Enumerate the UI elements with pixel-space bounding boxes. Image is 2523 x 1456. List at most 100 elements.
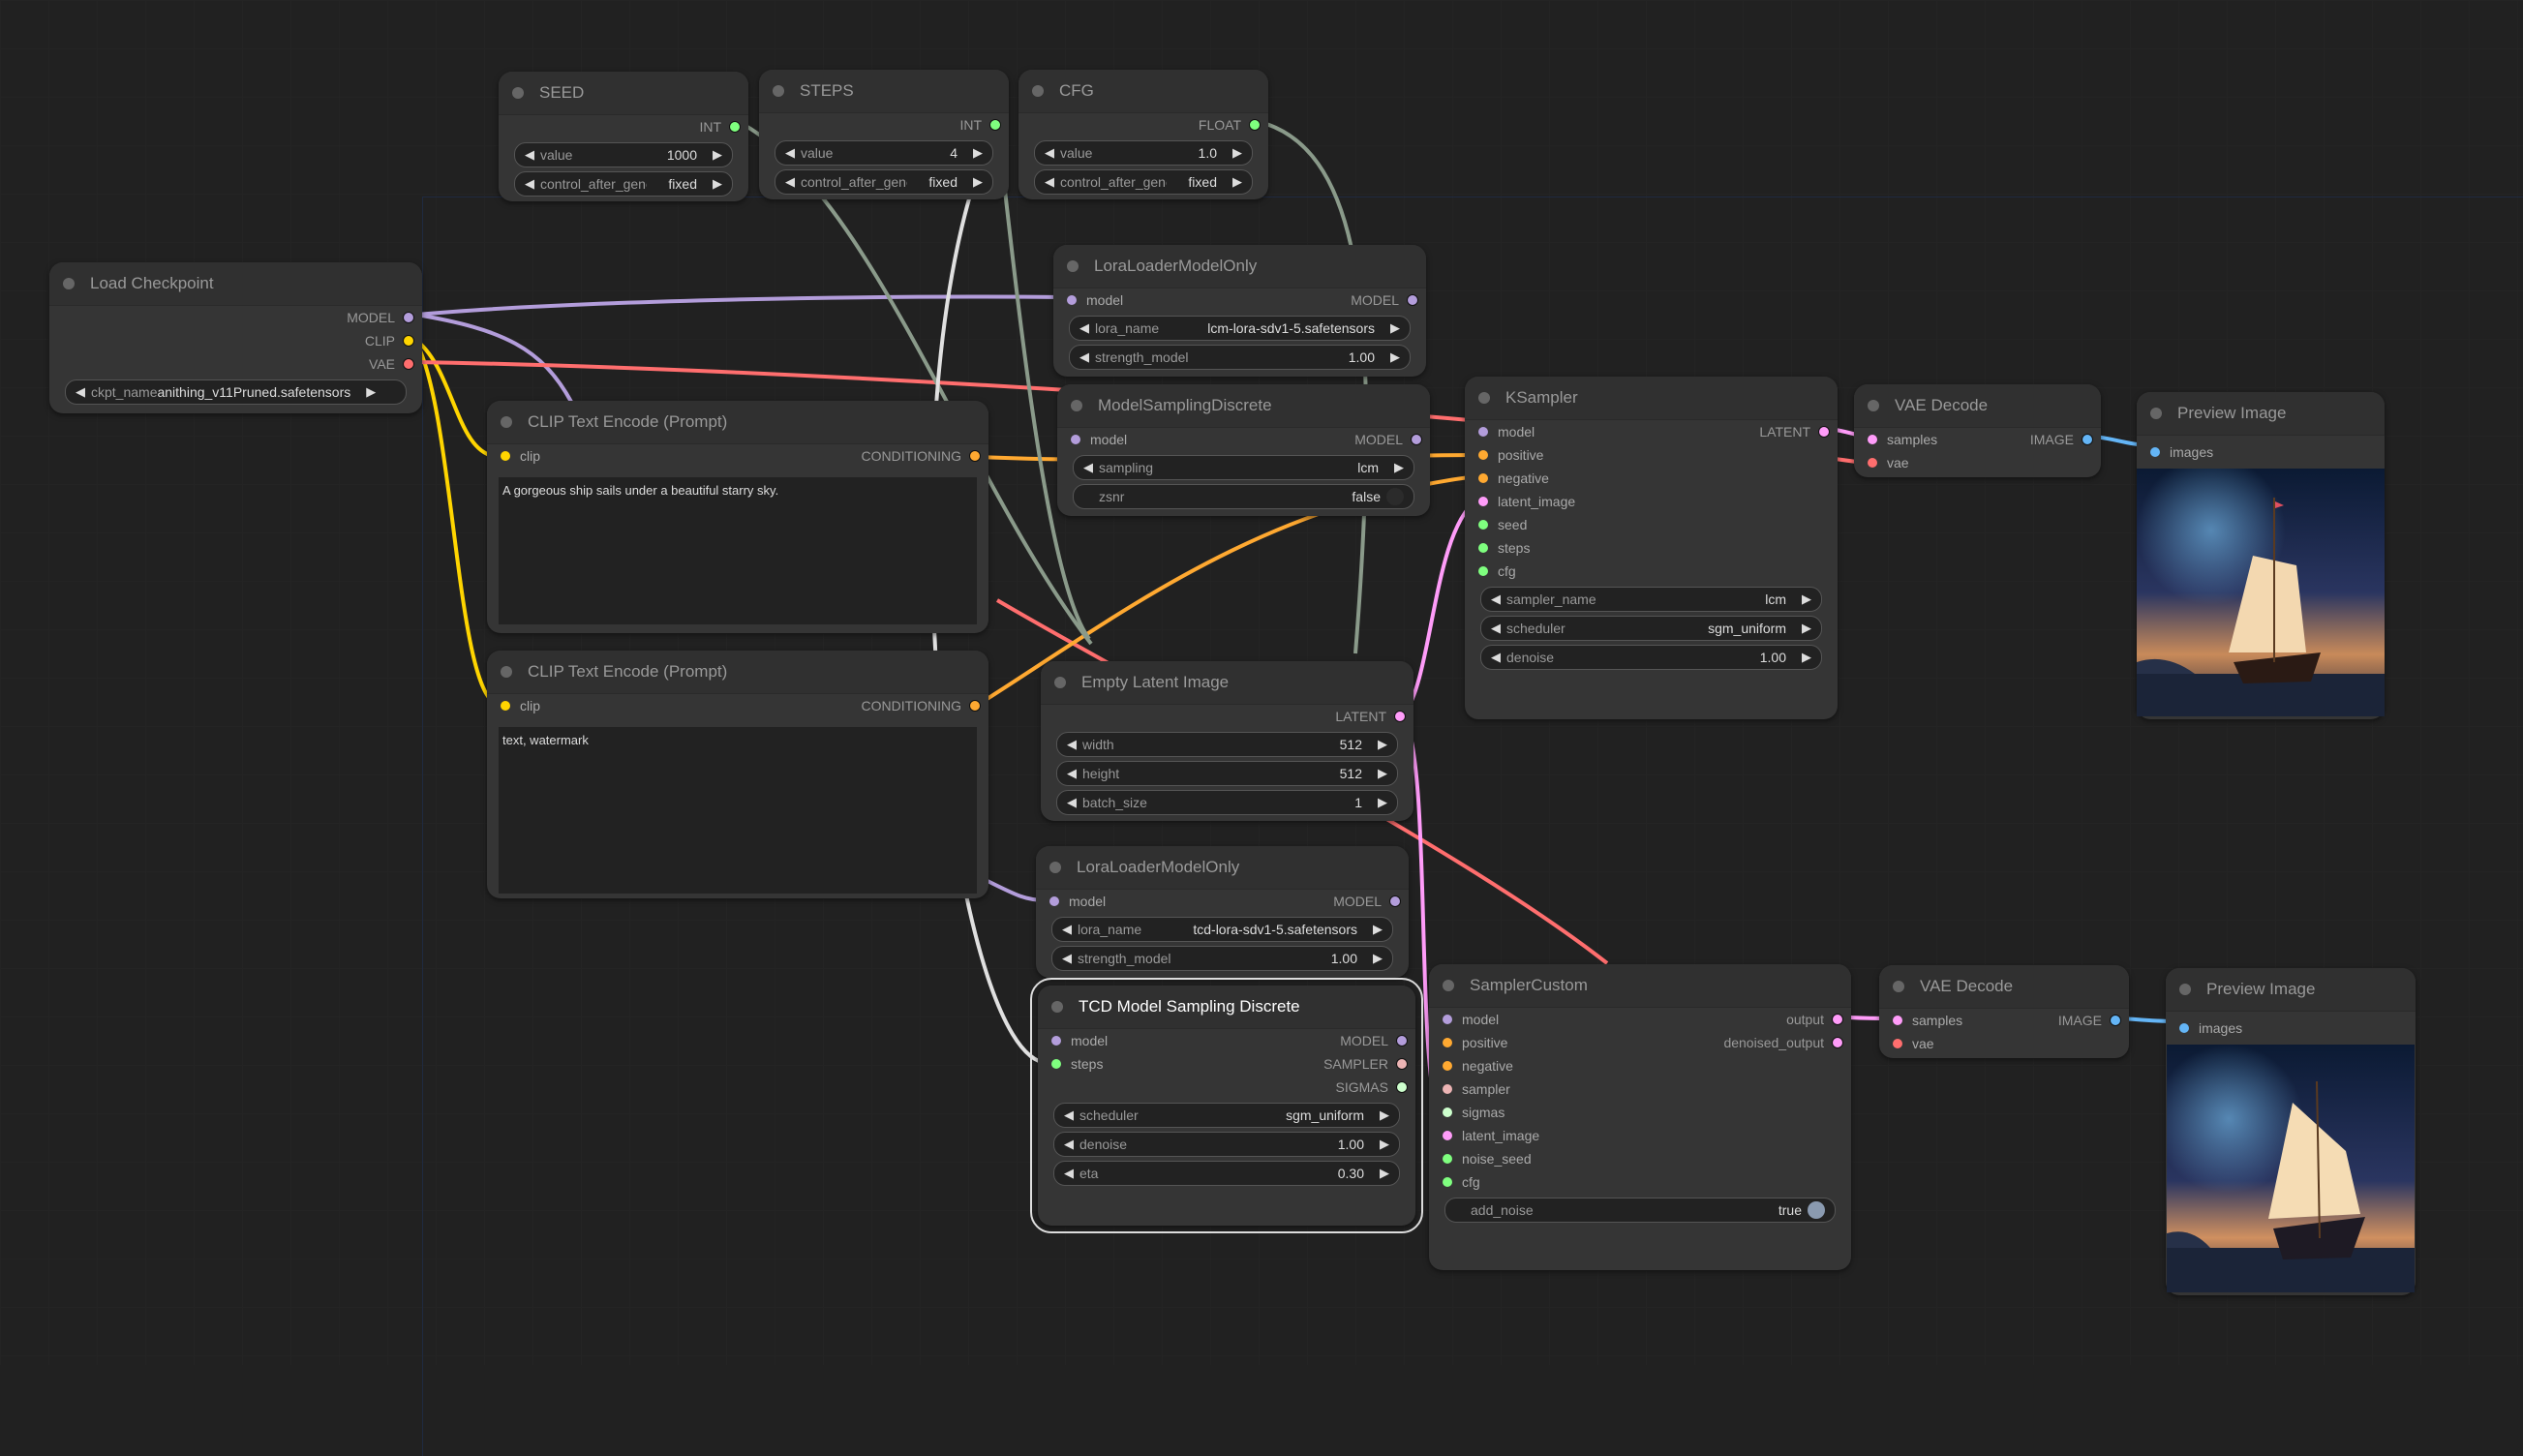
node-title[interactable]: CLIP Text Encode (Prompt) — [487, 651, 988, 694]
right-arrow-icon[interactable]: ▶ — [1380, 1137, 1389, 1152]
node-cfg[interactable]: CFG FLOAT ◀value1.0▶ ◀control_after_gene… — [1018, 70, 1268, 199]
widget-width[interactable]: ◀ width 512 ▶ — [1056, 732, 1398, 757]
input-latent-image[interactable]: latent_image — [1443, 1124, 1539, 1147]
left-arrow-icon[interactable]: ◀ — [1083, 460, 1093, 475]
output-model[interactable]: MODEL — [347, 306, 414, 329]
model-pin-icon[interactable] — [1411, 434, 1422, 445]
node-lora-loader-1[interactable]: LoraLoaderModelOnly model MODEL ◀ lora_nam… — [1053, 245, 1426, 377]
input-sampler[interactable]: sampler — [1443, 1077, 1510, 1101]
int-pin-icon[interactable] — [1443, 1154, 1452, 1164]
input-samples[interactable]: samples — [1868, 428, 1937, 451]
input-model[interactable]: model — [1051, 1029, 1108, 1052]
int-pin-icon[interactable] — [989, 119, 1001, 131]
right-arrow-icon[interactable]: ▶ — [973, 174, 983, 190]
node-title[interactable]: VAE Decode — [1854, 384, 2101, 428]
node-title[interactable]: SamplerCustom — [1429, 964, 1851, 1008]
output-clip[interactable]: CLIP — [365, 329, 414, 352]
right-arrow-icon[interactable]: ▶ — [713, 147, 722, 163]
input-cfg[interactable]: cfg — [1478, 560, 1516, 583]
collapse-dot-icon[interactable] — [1893, 981, 1904, 992]
image-pin-icon[interactable] — [2150, 447, 2160, 457]
collapse-dot-icon[interactable] — [1032, 85, 1044, 97]
collapse-dot-icon[interactable] — [63, 278, 75, 289]
right-arrow-icon[interactable]: ▶ — [1802, 650, 1811, 665]
output-float[interactable]: FLOAT — [1199, 113, 1261, 136]
node-model-sampling-discrete[interactable]: ModelSamplingDiscrete model MODEL ◀ sampli… — [1057, 384, 1430, 516]
node-clip-text-encode-positive[interactable]: CLIP Text Encode (Prompt) clip CONDITIONI… — [487, 401, 988, 633]
sigmas-pin-icon[interactable] — [1443, 1107, 1452, 1117]
input-noise-seed[interactable]: noise_seed — [1443, 1147, 1532, 1170]
input-clip[interactable]: clip — [501, 444, 540, 468]
right-arrow-icon[interactable]: ▶ — [1390, 320, 1400, 336]
model-pin-icon[interactable] — [1443, 1015, 1452, 1024]
node-title[interactable]: Preview Image — [2166, 968, 2416, 1012]
conditioning-pin-icon[interactable] — [969, 700, 981, 712]
vae-pin-icon[interactable] — [403, 358, 414, 370]
prompt-textarea[interactable]: text, watermark — [499, 727, 977, 894]
node-title[interactable]: TCD Model Sampling Discrete — [1038, 986, 1415, 1029]
widget-strength-model[interactable]: ◀ strength_model 1.00 ▶ — [1069, 345, 1411, 370]
node-lora-loader-2[interactable]: LoraLoaderModelOnly model MODEL ◀ lora_nam… — [1036, 846, 1409, 978]
model-pin-icon[interactable] — [403, 312, 414, 323]
int-pin-icon[interactable] — [729, 121, 741, 133]
left-arrow-icon[interactable]: ◀ — [525, 176, 534, 192]
output-sigmas[interactable]: SIGMAS — [1336, 1076, 1408, 1099]
clip-pin-icon[interactable] — [501, 451, 510, 461]
left-arrow-icon[interactable]: ◀ — [1045, 145, 1054, 161]
right-arrow-icon[interactable]: ▶ — [366, 384, 376, 400]
collapse-dot-icon[interactable] — [1071, 400, 1082, 411]
int-pin-icon[interactable] — [1478, 543, 1488, 553]
right-arrow-icon[interactable]: ▶ — [1380, 1166, 1389, 1181]
widget-control[interactable]: ◀control_after_generatefixed▶ — [775, 169, 993, 195]
latent-pin-icon[interactable] — [1868, 435, 1877, 444]
node-title[interactable]: Empty Latent Image — [1041, 661, 1413, 705]
node-title[interactable]: LoraLoaderModelOnly — [1053, 245, 1426, 288]
widget-sampling[interactable]: ◀ sampling lcm ▶ — [1073, 455, 1414, 480]
output-model[interactable]: MODEL — [1340, 1029, 1408, 1052]
node-title[interactable]: Load Checkpoint — [49, 262, 422, 306]
sigmas-pin-icon[interactable] — [1396, 1081, 1408, 1093]
input-model[interactable]: model — [1067, 288, 1123, 312]
input-sigmas[interactable]: sigmas — [1443, 1101, 1505, 1124]
conditioning-pin-icon[interactable] — [1443, 1061, 1452, 1071]
node-title[interactable]: SEED — [499, 72, 748, 115]
collapse-dot-icon[interactable] — [773, 85, 784, 97]
image-pin-icon[interactable] — [2179, 1023, 2189, 1033]
toggle-on-icon[interactable] — [1808, 1201, 1825, 1219]
sampler-pin-icon[interactable] — [1396, 1058, 1408, 1070]
sampler-pin-icon[interactable] — [1443, 1084, 1452, 1094]
node-title[interactable]: Preview Image — [2137, 392, 2385, 436]
right-arrow-icon[interactable]: ▶ — [1802, 621, 1811, 636]
right-arrow-icon[interactable]: ▶ — [1380, 1107, 1389, 1123]
left-arrow-icon[interactable]: ◀ — [1067, 737, 1077, 752]
image-pin-icon[interactable] — [2082, 434, 2093, 445]
clip-pin-icon[interactable] — [501, 701, 510, 711]
left-arrow-icon[interactable]: ◀ — [1491, 621, 1501, 636]
widget-add-noise-toggle[interactable]: add_noise true — [1444, 1198, 1836, 1223]
model-pin-icon[interactable] — [1067, 295, 1077, 305]
right-arrow-icon[interactable]: ▶ — [1390, 349, 1400, 365]
output-image[interactable]: IMAGE — [2030, 428, 2093, 451]
node-vae-decode-1[interactable]: VAE Decode samples IMAGE vae — [1854, 384, 2101, 477]
float-pin-icon[interactable] — [1478, 566, 1488, 576]
left-arrow-icon[interactable]: ◀ — [785, 145, 795, 161]
node-title[interactable]: CFG — [1018, 70, 1268, 113]
widget-denoise[interactable]: ◀ denoise 1.00 ▶ — [1053, 1132, 1400, 1157]
model-pin-icon[interactable] — [1389, 895, 1401, 907]
preview-image-ship[interactable] — [2166, 1045, 2416, 1292]
left-arrow-icon[interactable]: ◀ — [1064, 1166, 1074, 1181]
collapse-dot-icon[interactable] — [2179, 984, 2191, 995]
input-samples[interactable]: samples — [1893, 1009, 1962, 1032]
input-steps[interactable]: steps — [1051, 1052, 1103, 1076]
input-negative[interactable]: negative — [1443, 1054, 1513, 1077]
latent-pin-icon[interactable] — [1443, 1131, 1452, 1140]
widget-strength-model[interactable]: ◀ strength_model 1.00 ▶ — [1051, 946, 1393, 971]
input-negative[interactable]: negative — [1478, 467, 1549, 490]
input-model[interactable]: model — [1049, 890, 1106, 913]
node-title[interactable]: LoraLoaderModelOnly — [1036, 846, 1409, 890]
collapse-dot-icon[interactable] — [1049, 862, 1061, 873]
model-pin-icon[interactable] — [1407, 294, 1418, 306]
input-steps[interactable]: steps — [1478, 536, 1530, 560]
right-arrow-icon[interactable]: ▶ — [973, 145, 983, 161]
output-denoised-output[interactable]: denoised_output — [1723, 1031, 1843, 1054]
